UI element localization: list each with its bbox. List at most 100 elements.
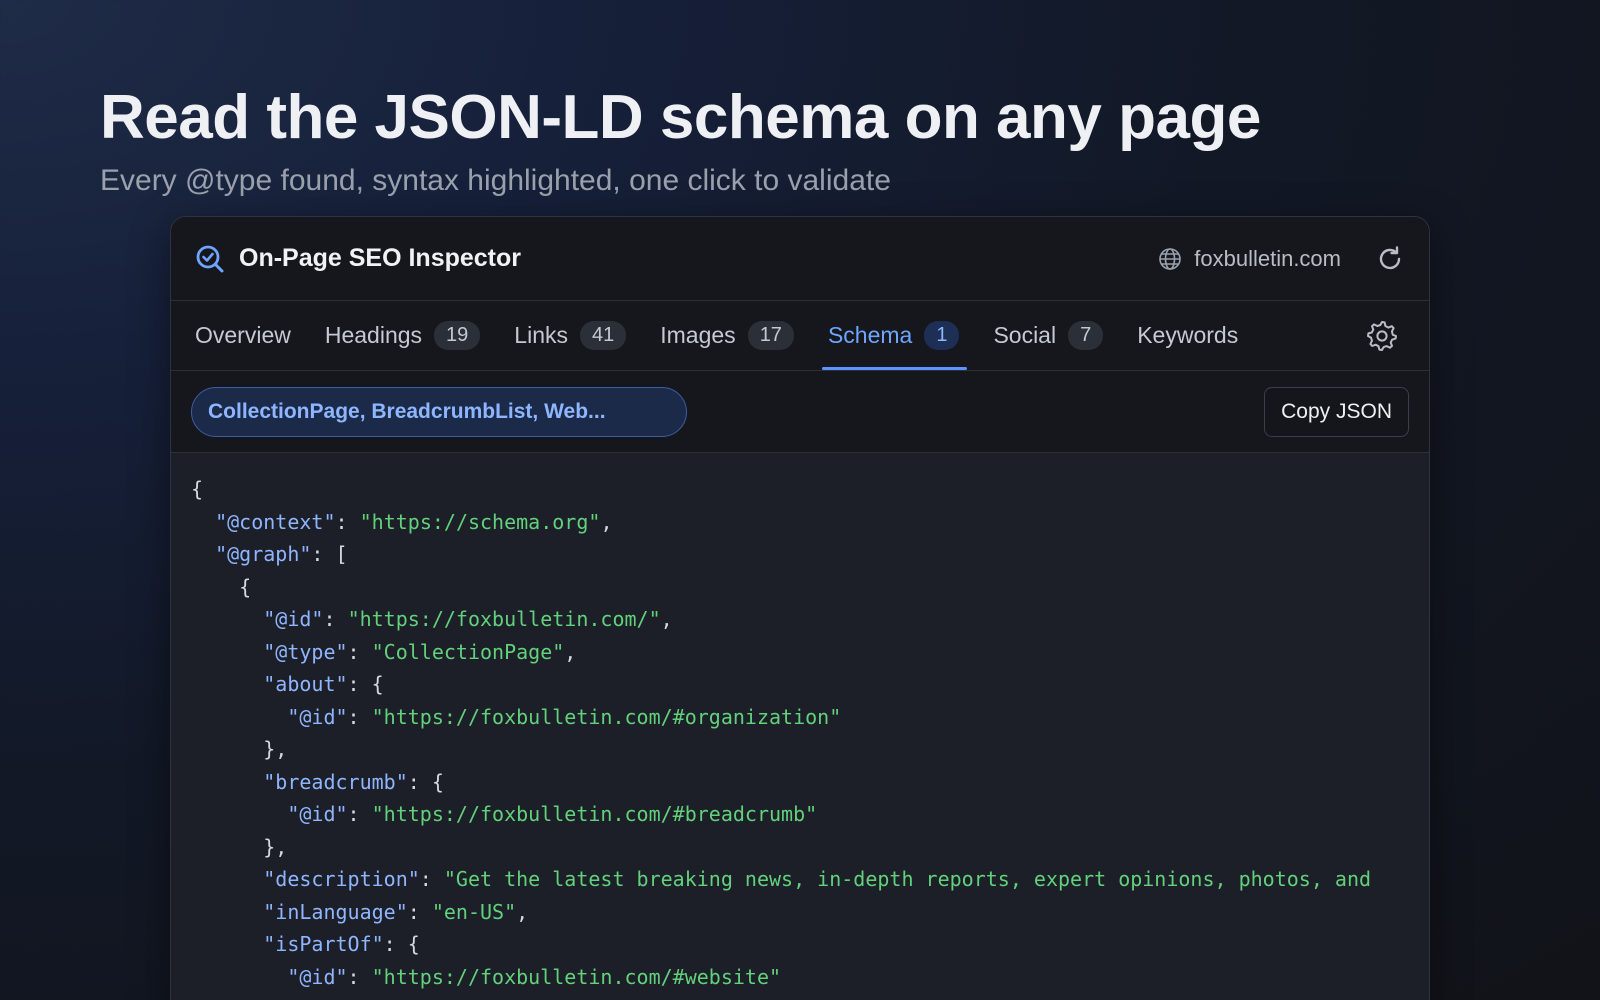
- json-code-view[interactable]: { "@context": "https://schema.org", "@gr…: [171, 453, 1429, 1000]
- tab-label: Overview: [195, 322, 291, 348]
- json-key: "@type": [263, 639, 348, 664]
- code-line: "breadcrumb": {: [191, 766, 1409, 799]
- tab-count-badge: 1: [924, 321, 960, 350]
- json-string: "https://schema.org": [359, 509, 601, 534]
- json-punctuation: [191, 802, 287, 826]
- json-punctuation: ,: [660, 607, 673, 631]
- json-string: "CollectionPage": [371, 639, 565, 664]
- json-punctuation: {: [191, 477, 204, 501]
- tab-schema[interactable]: Schema 1: [821, 301, 967, 370]
- json-punctuation: :: [407, 899, 432, 924]
- tab-label: Social: [993, 322, 1057, 348]
- app-title: On-Page SEO Inspector: [239, 244, 522, 272]
- json-key: "isPartOf": [263, 932, 384, 956]
- tab-headings[interactable]: Headings 19: [324, 301, 481, 370]
- json-key: "about": [263, 672, 348, 696]
- tab-count-badge: 19: [434, 321, 481, 350]
- tab-overview[interactable]: Overview: [195, 301, 291, 370]
- code-line: "@type": "CollectionPage",: [191, 636, 1409, 669]
- tab-label: Keywords: [1137, 322, 1239, 348]
- json-key: "breadcrumb": [263, 769, 408, 794]
- json-punctuation: [191, 672, 263, 696]
- tab-bar: Overview Headings 19 Links 41 Images 17 …: [171, 301, 1429, 371]
- code-line: },: [191, 733, 1409, 766]
- tab-count-badge: 7: [1068, 321, 1104, 350]
- json-punctuation: [191, 867, 263, 891]
- copy-json-button[interactable]: Copy JSON: [1264, 386, 1409, 437]
- code-line: "@id": "https://foxbulletin.com/",: [191, 603, 1409, 636]
- code-line: {: [191, 571, 1409, 604]
- json-punctuation: : {: [407, 769, 444, 794]
- refresh-icon[interactable]: [1375, 244, 1405, 274]
- json-string: "en-US": [431, 899, 517, 924]
- tab-links[interactable]: Links 41: [514, 301, 627, 370]
- json-punctuation: :: [323, 607, 348, 631]
- json-punctuation: ,: [600, 509, 613, 534]
- code-line: "isPartOf": {: [191, 928, 1409, 961]
- json-key: "inLanguage": [263, 899, 408, 924]
- tab-count-badge: 41: [580, 321, 627, 350]
- tab-keywords[interactable]: Keywords: [1137, 301, 1238, 370]
- json-punctuation: [191, 965, 287, 989]
- domain-label: foxbulletin.com: [1194, 245, 1341, 271]
- hero-title: Read the JSON-LD schema on any page: [100, 83, 1261, 152]
- tab-label: Links: [514, 322, 568, 348]
- json-string: "https://foxbulletin.com/#website": [371, 964, 782, 989]
- hero-subtitle: Every @type found, syntax highlighted, o…: [100, 164, 891, 197]
- json-punctuation: :: [347, 639, 372, 664]
- current-domain: foxbulletin.com: [1158, 246, 1341, 272]
- code-line: {: [191, 473, 1409, 506]
- code-line: "@id": "https://foxbulletin.com/#organiz…: [191, 701, 1409, 734]
- json-key: "@graph": [215, 542, 312, 566]
- json-string: "Get the latest breaking news, in-depth …: [443, 867, 1372, 891]
- json-string: "https://foxbulletin.com/#breadcrumb": [371, 802, 818, 826]
- json-punctuation: : {: [347, 672, 384, 696]
- tab-label: Schema: [827, 322, 913, 348]
- magnifier-check-icon: [195, 244, 225, 274]
- json-punctuation: :: [347, 802, 372, 826]
- tab-label: Headings: [324, 322, 423, 348]
- json-key: "@id": [287, 704, 348, 729]
- json-key: "@id": [287, 964, 348, 989]
- json-punctuation: :: [347, 964, 372, 989]
- code-line: "@id": "https://foxbulletin.com/#website…: [191, 961, 1409, 994]
- json-punctuation: [191, 542, 215, 566]
- json-key: "@id": [287, 802, 348, 826]
- json-punctuation: [191, 932, 263, 956]
- json-punctuation: ,: [516, 899, 529, 924]
- code-line: "@id": "https://foxbulletin.com/#breadcr…: [191, 798, 1409, 831]
- schema-toolbar: CollectionPage, BreadcrumbList, Web... C…: [171, 371, 1429, 453]
- globe-icon: [1158, 247, 1182, 271]
- tab-images[interactable]: Images 17: [660, 301, 794, 370]
- json-punctuation: :: [347, 704, 372, 729]
- tab-label: Images: [660, 322, 736, 348]
- json-punctuation: [191, 770, 263, 794]
- json-punctuation: [191, 705, 287, 729]
- json-punctuation: },: [191, 834, 288, 859]
- code-line: "@context": "https://schema.org",: [191, 506, 1409, 539]
- json-punctuation: },: [191, 737, 288, 761]
- json-key: "@context": [215, 509, 336, 534]
- title-bar: On-Page SEO Inspector foxbulletin.com: [171, 217, 1429, 301]
- json-string: "https://foxbulletin.com/#organization": [371, 704, 842, 729]
- code-line: "inLanguage": "en-US",: [191, 896, 1409, 929]
- gear-icon[interactable]: [1365, 319, 1399, 353]
- code-line: "@graph": [: [191, 538, 1409, 571]
- json-key: "description": [263, 867, 420, 891]
- json-punctuation: [191, 607, 263, 631]
- code-line: },: [191, 831, 1409, 864]
- json-punctuation: : {: [383, 932, 420, 956]
- json-punctuation: :: [419, 867, 444, 891]
- json-punctuation: [191, 510, 215, 534]
- json-punctuation: [191, 640, 263, 664]
- json-punctuation: [191, 900, 263, 924]
- code-line: "description": "Get the latest breaking …: [191, 863, 1409, 896]
- json-string: "https://foxbulletin.com/": [347, 607, 661, 631]
- tab-social[interactable]: Social 7: [993, 301, 1104, 370]
- json-punctuation: ,: [564, 639, 577, 664]
- schema-types-selector[interactable]: CollectionPage, BreadcrumbList, Web...: [191, 386, 687, 437]
- code-line: "about": {: [191, 668, 1409, 701]
- json-punctuation: : [: [311, 542, 348, 566]
- json-punctuation: :: [335, 509, 360, 534]
- json-punctuation: {: [191, 574, 252, 599]
